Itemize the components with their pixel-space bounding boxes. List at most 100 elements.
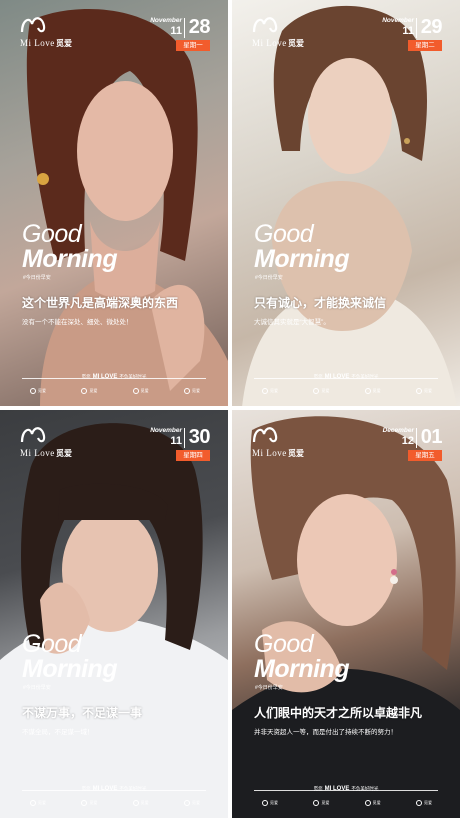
weekday-badge: 星期二 <box>408 40 442 51</box>
badge-icon <box>262 388 268 394</box>
date-badge: November 11 28 星期一 <box>140 14 211 54</box>
month-label: November <box>150 427 182 434</box>
subtitle-tag: #今日份早安 <box>23 275 51 281</box>
brand-logo: Mi Love 觅爱 <box>20 424 110 460</box>
badge-icon <box>313 388 320 394</box>
poster-3[interactable]: Mi Love 觅爱 November 11 30 星期四 Good Morni… <box>0 410 228 818</box>
weekday-badge: 星期五 <box>408 450 442 461</box>
badge-icon <box>81 388 88 394</box>
poster-4[interactable]: Mi Love 觅爱 December 12 01 星期五 Good Morni… <box>232 410 460 818</box>
date-badge: November 11 29 星期二 <box>372 14 443 54</box>
icon-label: 觅爱 <box>321 388 330 393</box>
footer-icon-item: 觅爱 <box>81 798 97 808</box>
day-number: 30 <box>188 426 211 448</box>
logo-mark-icon <box>252 427 278 443</box>
icon-label: 觅爱 <box>89 800 98 805</box>
logo-mark-icon <box>252 17 278 33</box>
footer-text: 觅您 MI LOVE 不负美好时光 <box>232 374 460 380</box>
footer-icon-item: 觅爱 <box>313 798 329 808</box>
badge-icon <box>81 800 88 806</box>
footer-icon-item: 觅爱 <box>415 798 432 808</box>
day-number: 28 <box>188 16 211 38</box>
subtitle-tag: #今日份早安 <box>255 685 283 691</box>
brand-logo: Mi Love 觅爱 <box>20 14 110 50</box>
date-badge: December 12 01 星期五 <box>372 424 443 464</box>
slogan: 不谋全局，不足谋一域！ <box>22 729 94 736</box>
footer-icon-item: 觅爱 <box>313 386 329 396</box>
month-number: 11 <box>402 25 414 37</box>
icon-label: 觅爱 <box>38 800 46 805</box>
icon-label: 觅爱 <box>372 800 381 805</box>
month-label: November <box>382 17 414 24</box>
slogan: 没有一个不能在深处、细处、微处处！ <box>22 319 133 326</box>
date-divider <box>416 428 417 448</box>
weekday-badge: 星期一 <box>176 40 210 51</box>
footer-brand: MI LOVE <box>324 374 350 380</box>
day-number: 01 <box>420 426 443 448</box>
footer-icon-item: 觅爱 <box>183 386 200 396</box>
headline: 只有诚心，才能换来诚信 <box>254 296 387 310</box>
footer-brand: MI LOVE <box>92 374 118 380</box>
footer-icon-item: 觅爱 <box>415 386 432 396</box>
poster-1[interactable]: Mi Love 觅爱 November 11 28 星期一 Good Morni… <box>0 0 228 406</box>
footer-icon-item: 觅爱 <box>30 798 46 808</box>
footer-pre: 觅您 <box>313 786 323 791</box>
footer-icons: 觅爱 觅爱 觅爱 觅爱 <box>262 386 432 396</box>
brand-name: Mi Love <box>20 38 55 48</box>
badge-icon <box>30 800 36 806</box>
footer-icon-item: 觅爱 <box>183 798 200 808</box>
footer-brand: MI LOVE <box>324 786 350 792</box>
brand-logo: Mi Love 觅爱 <box>252 14 342 50</box>
footer-post: 不负美好时光 <box>119 374 147 379</box>
month-number: 12 <box>401 435 414 447</box>
date-badge: November 11 30 星期四 <box>140 424 211 464</box>
headline: 人们眼中的天才之所以卓越非凡 <box>254 706 423 720</box>
headline: 不谋万事，不足谋一事 <box>22 706 143 720</box>
badge-icon <box>132 388 139 394</box>
badge-icon <box>313 800 320 806</box>
subtitle-tag: #今日份早安 <box>255 275 283 281</box>
footer-icon-item: 觅爱 <box>30 386 46 396</box>
icon-label: 觅爱 <box>89 388 98 393</box>
month-label: December <box>382 427 414 434</box>
morning-text: Morning <box>254 655 350 683</box>
month-label: November <box>150 17 182 24</box>
icon-label: 觅爱 <box>423 388 432 393</box>
badge-icon <box>262 800 268 806</box>
date-divider <box>416 18 417 38</box>
date-divider <box>184 428 185 448</box>
footer-icon-item: 觅爱 <box>262 798 278 808</box>
footer-text: 觅您 MI LOVE 不负美好时光 <box>0 374 228 380</box>
footer-icons: 觅爱 觅爱 觅爱 觅爱 <box>262 798 432 808</box>
badge-icon <box>183 388 190 394</box>
footer-icon-item: 觅爱 <box>364 798 381 808</box>
morning-text: Morning <box>254 245 350 273</box>
footer-text: 觅您 MI LOVE 不负美好时光 <box>232 786 460 792</box>
footer-icon-item: 觅爱 <box>132 386 149 396</box>
poster-2[interactable]: Mi Love 觅爱 November 11 29 星期二 Good Morni… <box>232 0 460 406</box>
day-number: 29 <box>420 16 443 38</box>
badge-icon <box>415 800 422 806</box>
month-number: 11 <box>170 435 182 447</box>
headline: 这个世界凡是高端深奥的东西 <box>22 296 179 310</box>
brand-cn: 觅爱 <box>56 449 72 458</box>
weekday-badge: 星期四 <box>176 450 210 461</box>
morning-text: Morning <box>22 655 118 683</box>
badge-icon <box>183 800 190 806</box>
footer-post: 不负美好时光 <box>351 786 379 791</box>
brand-cn: 觅爱 <box>288 449 304 458</box>
morning-text: Morning <box>22 245 118 273</box>
footer-icons: 觅爱 觅爱 觅爱 觅爱 <box>30 798 200 808</box>
brand-name: Mi Love <box>252 448 287 458</box>
brand-logo: Mi Love 觅爱 <box>252 424 342 460</box>
portrait-photo <box>242 5 457 406</box>
icon-label: 觅爱 <box>270 800 278 805</box>
footer-pre: 觅您 <box>313 374 323 379</box>
brand-name: Mi Love <box>252 38 287 48</box>
brand-cn: 觅爱 <box>56 39 72 48</box>
icon-label: 觅爱 <box>423 800 432 805</box>
footer-icon-item: 觅爱 <box>132 798 149 808</box>
badge-icon <box>364 388 371 394</box>
icon-label: 觅爱 <box>38 388 46 393</box>
icon-label: 觅爱 <box>191 800 200 805</box>
